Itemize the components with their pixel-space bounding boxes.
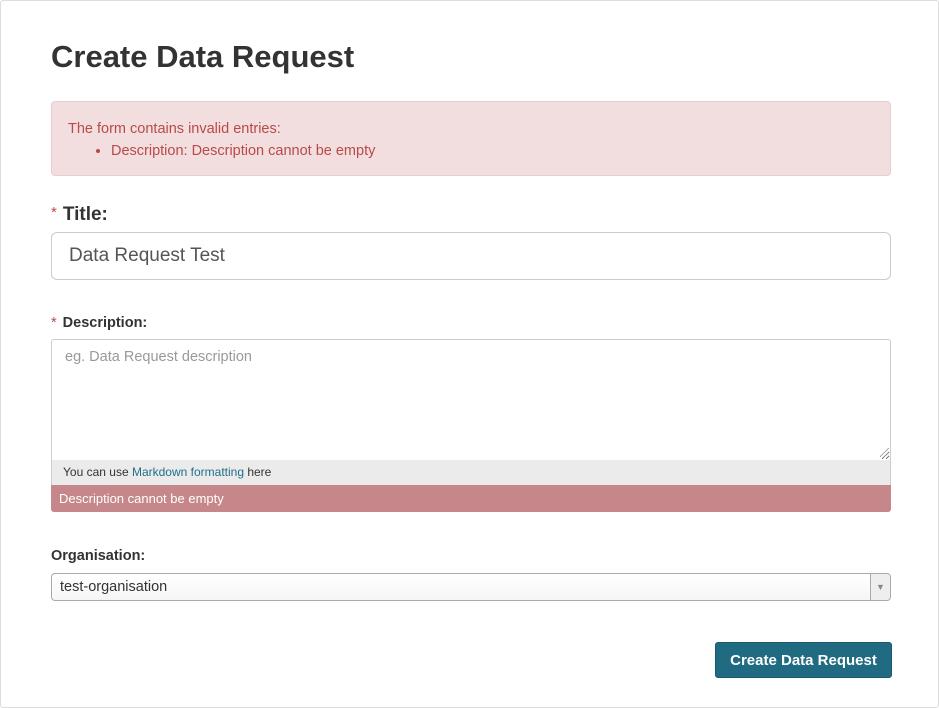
markdown-hint: You can use Markdown formatting here — [51, 460, 891, 485]
alert-error-item: Description: Description cannot be empty — [111, 142, 874, 160]
organisation-label: Organisation: — [51, 548, 146, 564]
organisation-select[interactable]: test-organisation ▼ — [51, 573, 891, 601]
resize-handle-icon[interactable] — [880, 448, 889, 457]
required-marker: * — [51, 204, 57, 221]
chevron-down-icon[interactable]: ▼ — [870, 574, 890, 600]
description-label: * Description: — [51, 314, 147, 332]
alert-heading: The form contains invalid entries: — [68, 121, 281, 137]
page-title: Create Data Request — [51, 39, 355, 74]
markdown-formatting-link[interactable]: Markdown formatting — [132, 465, 244, 479]
organisation-selected-value: test-organisation — [60, 579, 168, 595]
markdown-hint-prefix: You can use — [63, 465, 132, 479]
title-label: * Title: — [51, 202, 108, 226]
create-data-request-button[interactable]: Create Data Request — [715, 642, 892, 678]
alert-error-list: Description: Description cannot be empty — [68, 142, 874, 160]
page-frame: Create Data Request The form contains in… — [0, 0, 939, 708]
title-label-text: Title: — [62, 204, 108, 225]
markdown-hint-suffix: here — [244, 465, 272, 479]
description-label-text: Description: — [62, 315, 148, 331]
description-error-message: Description cannot be empty — [51, 485, 891, 512]
description-textarea[interactable] — [51, 339, 891, 460]
required-marker: * — [51, 315, 57, 331]
error-alert: The form contains invalid entries: Descr… — [51, 101, 891, 176]
title-input[interactable] — [51, 232, 891, 280]
